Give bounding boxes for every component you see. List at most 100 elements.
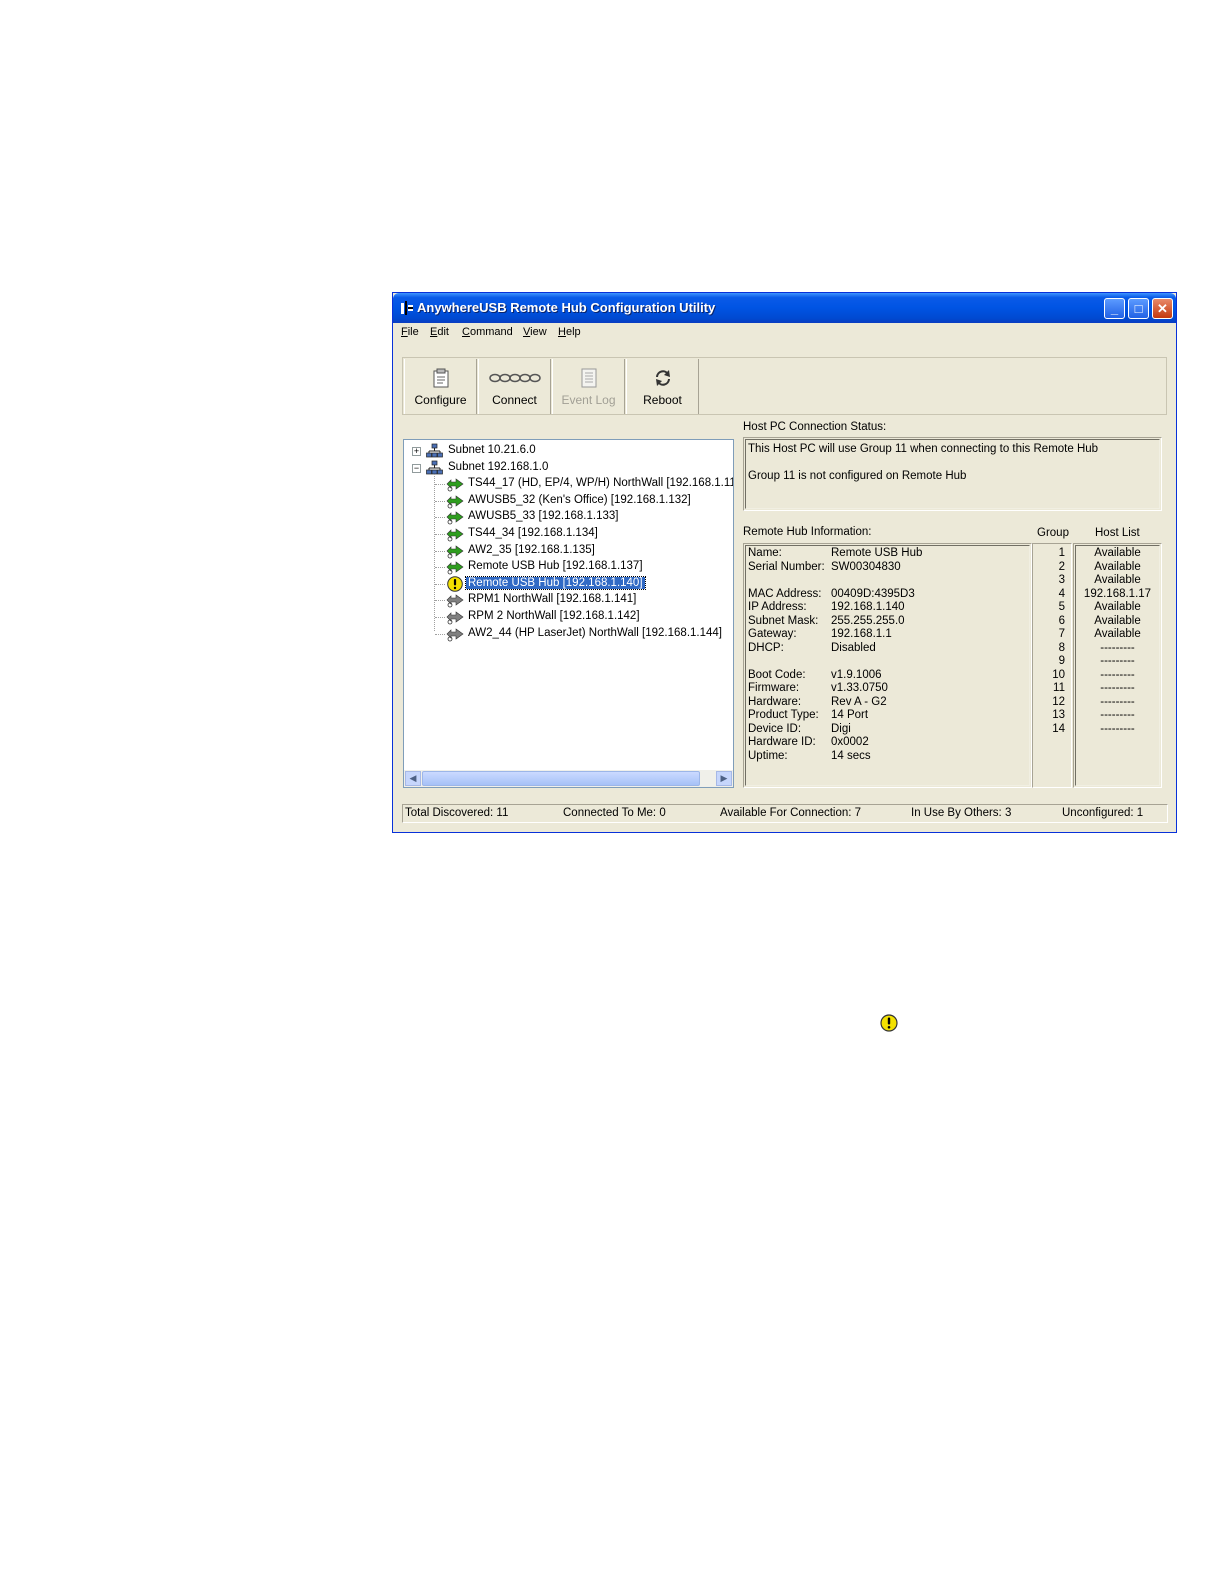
app-usb-icon <box>401 301 413 315</box>
title-bar[interactable]: AnywhereUSB Remote Hub Configuration Uti… <box>393 293 1176 323</box>
maximize-button[interactable]: □ <box>1128 298 1149 319</box>
tree-hub-label: TS44_17 (HD, EP/4, WP/H) NorthWall [192.… <box>468 477 734 490</box>
group-number: 13 <box>1052 709 1065 721</box>
group-number: 1 <box>1058 547 1065 559</box>
hub-info-key: Subnet Mask: <box>748 614 819 627</box>
status-connected: Connected To Me: 0 <box>563 807 666 819</box>
hub-info-row: Boot Code: v1.9.1006 <box>748 669 1028 682</box>
tree-hub-item[interactable]: TS44_34 [192.168.1.134] <box>404 526 733 542</box>
hub-info-row: Firmware: v1.33.0750 <box>748 682 1028 695</box>
collapse-icon[interactable]: − <box>412 463 421 473</box>
scroll-right-arrow[interactable]: ▶ <box>716 771 732 786</box>
tree-hub-label: Remote USB Hub [192.168.1.140] <box>465 575 646 590</box>
hub-info-key: Device ID: <box>748 722 802 735</box>
hub-info-value: 192.168.1.1 <box>831 628 892 640</box>
menu-command[interactable]: Command <box>462 326 513 338</box>
hub-info-value: Digi <box>831 722 851 735</box>
host-list-entry: --------- <box>1100 655 1135 667</box>
tree-hub-label: RPM1 NorthWall [192.168.1.141] <box>468 593 637 606</box>
hub-info-value: Disabled <box>831 641 876 654</box>
hub-info-row: Gateway: 192.168.1.1 <box>748 628 1028 641</box>
host-status-box: This Host PC will use Group 11 when conn… <box>743 437 1162 511</box>
group-number: 12 <box>1052 695 1065 708</box>
tree-hub-item[interactable]: RPM1 NorthWall [192.168.1.141] <box>404 592 733 608</box>
tree-hub-item[interactable]: TS44_17 (HD, EP/4, WP/H) NorthWall [192.… <box>404 476 734 492</box>
menu-file[interactable]: File <box>401 326 419 338</box>
usb-hub-icon <box>446 594 464 608</box>
tree-subnet[interactable]: − Subnet 192.168.1.0 <box>404 460 724 476</box>
clipboard-icon <box>433 368 448 388</box>
chain-icon <box>488 373 541 383</box>
hub-info-key: IP Address: <box>748 601 807 613</box>
usb-hub-icon <box>446 611 464 625</box>
event-log-button[interactable]: Event Log <box>552 359 625 414</box>
host-status-line2: Group 11 is not configured on Remote Hub <box>748 470 967 482</box>
hub-info-key: Uptime: <box>748 749 788 762</box>
tree-subnet[interactable]: + Subnet 10.21.6.0 <box>404 443 724 459</box>
tree-hub-label: AWUSB5_32 (Ken's Office) [192.168.1.132] <box>468 493 691 506</box>
tree-hub-item[interactable]: RPM 2 NorthWall [192.168.1.142] <box>404 609 733 625</box>
minimize-button[interactable]: _ <box>1104 298 1125 319</box>
host-list-entry: --------- <box>1100 695 1135 708</box>
tree-hub-label: TS44_34 [192.168.1.134] <box>468 527 598 539</box>
hub-info-row: Product Type: 14 Port <box>748 709 1028 722</box>
host-list-entry: --------- <box>1100 722 1135 735</box>
menu-help[interactable]: Help <box>558 326 581 338</box>
network-icon <box>426 460 443 474</box>
hub-info-row: Name: Remote USB Hub <box>748 547 1028 560</box>
hub-info-row: Uptime: 14 secs <box>748 750 1028 763</box>
menu-edit[interactable]: Edit <box>430 326 449 338</box>
hub-info-key: Hardware: <box>748 695 802 708</box>
host-list-entry: --------- <box>1100 641 1135 654</box>
group-number: 4 <box>1058 587 1065 600</box>
host-list-entry: Available <box>1094 601 1141 613</box>
host-list-box: Available Available Available 192.168.1.17 A… <box>1073 543 1162 788</box>
menu-view[interactable]: View <box>523 326 547 338</box>
status-unconfigured: Unconfigured: 1 <box>1062 807 1144 819</box>
close-icon: ✕ <box>1157 301 1168 316</box>
connect-button[interactable]: Connect <box>478 359 551 414</box>
menu-file-label: ile <box>407 326 419 338</box>
configure-button[interactable]: Configure <box>404 359 477 414</box>
hub-info-row: Device ID: Digi <box>748 723 1028 736</box>
hub-info-value: 255.255.255.0 <box>831 614 905 627</box>
tree-hub-item[interactable]: Remote USB Hub [192.168.1.140] <box>404 575 733 592</box>
tree-hub-item[interactable]: AW2_35 [192.168.1.135] <box>404 543 733 559</box>
maximize-icon: □ <box>1134 301 1143 316</box>
group-number: 9 <box>1058 655 1065 667</box>
close-button[interactable]: ✕ <box>1152 298 1173 319</box>
window-title: AnywhereUSB Remote Hub Configuration Uti… <box>417 300 716 315</box>
status-total: Total Discovered: 11 <box>405 807 509 819</box>
scroll-left-arrow[interactable]: ◀ <box>405 771 421 786</box>
tree-hub-item[interactable]: AWUSB5_32 (Ken's Office) [192.168.1.132] <box>404 493 733 509</box>
warning-icon <box>447 575 463 592</box>
host-list-entry: Available <box>1094 547 1141 559</box>
hub-info-key: Name: <box>748 547 782 559</box>
tree-subnet-label: Subnet 10.21.6.0 <box>448 444 536 456</box>
hub-info-value: v1.9.1006 <box>831 668 882 681</box>
tree-hub-label: Remote USB Hub [192.168.1.137] <box>468 560 643 573</box>
host-status-heading: Host PC Connection Status: <box>743 421 887 433</box>
hub-info-box: Name: Remote USB Hub Serial Number: SW00304… <box>743 543 1032 788</box>
tree-hub-item[interactable]: AW2_44 (HP LaserJet) NorthWall [192.168.… <box>404 626 733 642</box>
hub-tree[interactable]: ◀ ▶ + Subnet 10.21.6.0 − Subnet 192.168.1.0… <box>403 439 734 788</box>
tree-hub-item[interactable]: AWUSB5_33 [192.168.1.133] <box>404 509 733 525</box>
hub-info-value: 192.168.1.140 <box>831 601 905 613</box>
menu-command-label: ommand <box>469 326 513 338</box>
expand-icon[interactable]: + <box>412 447 421 456</box>
group-number: 5 <box>1058 601 1065 613</box>
hub-info-value: 00409D:4395D3 <box>831 587 915 600</box>
horizontal-scrollbar[interactable]: ◀ ▶ <box>404 770 733 787</box>
hub-info-value: SW00304830 <box>831 560 901 573</box>
group-number: 2 <box>1058 560 1065 573</box>
hub-info-value: Remote USB Hub <box>831 547 923 559</box>
scroll-thumb[interactable] <box>422 771 700 786</box>
refresh-icon <box>655 370 670 386</box>
group-heading: Group <box>1037 527 1069 539</box>
usb-hub-icon <box>446 528 464 542</box>
host-list-entry: Available <box>1094 574 1141 586</box>
status-in-use: In Use By Others: 3 <box>911 807 1012 819</box>
tree-hub-item[interactable]: Remote USB Hub [192.168.1.137] <box>404 559 733 575</box>
reboot-button[interactable]: Reboot <box>626 359 699 414</box>
menu-file-accel: F <box>401 326 408 338</box>
